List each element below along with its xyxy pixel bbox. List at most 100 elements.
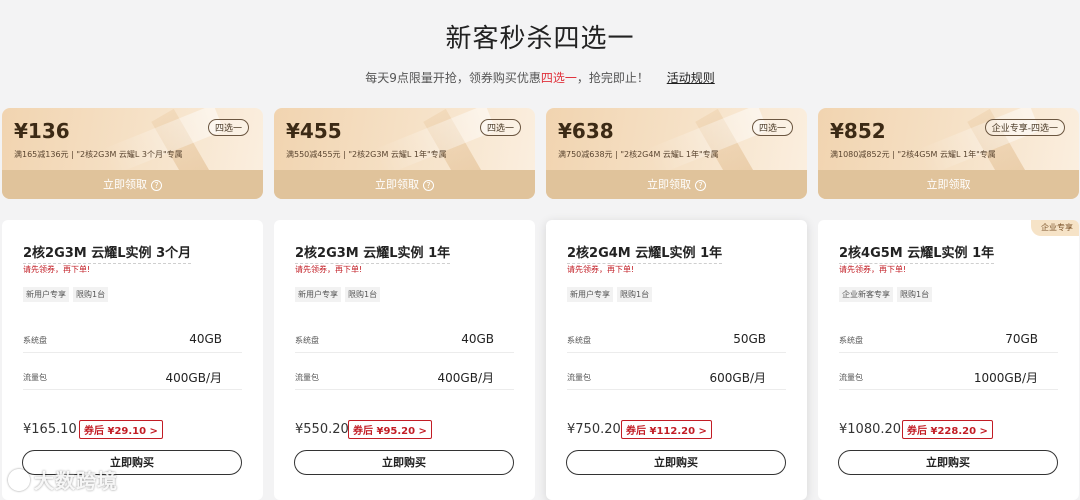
coupon-reminder: 请先领券，再下单! [839,265,907,274]
coupon-card: ¥455 满550减455元 | "2核2G3M 云耀L 1年"专属 四选一 立… [274,108,535,199]
badge-list: 企业新客专享 限购1台 [839,282,936,302]
badge-list: 新用户专享 限购1台 [23,282,112,302]
badge-list: 新用户专享 限购1台 [295,282,384,302]
after-coupon-price[interactable]: 券后 ¥228.20 > [902,420,993,439]
buy-now-button[interactable]: 立即购买 [566,450,786,475]
spec-row-disk: 系统盘 40GB [23,332,242,346]
coupon-tag: 四选一 [207,119,249,136]
spec-label: 流量包 [839,373,863,382]
spec-row-disk: 系统盘 70GB [839,332,1058,346]
claim-coupon-button[interactable]: 立即领取? [546,170,807,199]
product-name[interactable]: 2核4G5M 云耀L实例 1年 [839,242,995,264]
spec-value: 70GB [1005,332,1038,346]
claim-coupon-button[interactable]: 立即领取? [274,170,535,199]
subtitle-text-end: ，抢完即止！ [576,71,649,85]
coupon-tag: 四选一 [751,119,793,136]
spec-value: 40GB [189,332,222,346]
spec-value: 400GB/月 [437,371,494,385]
coupon-amount: ¥136 [14,119,70,143]
coupon-description: 满750减638元 | "2核2G4M 云耀L 1年"专属 [558,150,719,159]
help-icon[interactable]: ? [695,180,706,191]
divider [839,389,1058,390]
watermark: 大数跨境 [8,465,118,494]
badge-list: 新用户专享 限购1台 [567,282,656,302]
buy-now-button[interactable]: 立即购买 [294,450,514,475]
coupon-description: 满165减136元 | "2核2G3M 云耀L 3个月"专属 [14,150,183,159]
product-card: 2核2G3M 云耀L实例 1年 请先领券，再下单! 新用户专享 限购1台 系统盘 … [274,220,535,500]
badge: 新用户专享 [23,287,69,302]
spec-value: 50GB [733,332,766,346]
product-card: 企业专享 2核4G5M 云耀L实例 1年 请先领券，再下单! 企业新客专享 限购1… [818,220,1079,500]
product-card: 2核2G4M 云耀L实例 1年 请先领券，再下单! 新用户专享 限购1台 系统盘 … [546,220,807,500]
coupon-card: ¥852 满1080减852元 | "2核4G5M 云耀L 1年"专属 企业专享… [818,108,1079,199]
claim-coupon-button[interactable]: 立即领取 [818,170,1079,199]
badge: 新用户专享 [567,287,613,302]
divider [23,389,242,390]
original-price: ¥550.20 [295,422,349,437]
subtitle-text: 每天9点限量开抢，领券购买优惠 [365,71,541,85]
spec-row-traffic: 流量包 600GB/月 [567,369,786,385]
badge: 限购1台 [897,287,933,302]
spec-row-disk: 系统盘 40GB [295,332,514,346]
divider [295,352,514,353]
badge: 新用户专享 [295,287,341,302]
claim-label: 立即领取 [647,178,691,191]
coupon-reminder: 请先领券，再下单! [295,265,363,274]
spec-label: 系统盘 [295,336,319,345]
divider [567,352,786,353]
divider [839,352,1058,353]
spec-value: 400GB/月 [165,371,222,385]
watermark-text: 大数跨境 [34,469,118,493]
buy-now-button[interactable]: 立即购买 [838,450,1058,475]
divider [567,389,786,390]
claim-label: 立即领取 [375,178,419,191]
help-icon[interactable]: ? [423,180,434,191]
original-price: ¥750.20 [567,422,621,437]
product-card: 2核2G3M 云耀L实例 3个月 请先领券，再下单! 新用户专享 限购1台 系统盘… [2,220,263,500]
activity-rules-link[interactable]: 活动规则 [667,71,715,85]
page-subtitle: 每天9点限量开抢，领券购买优惠四选一，抢完即止！ 活动规则 [0,69,1080,86]
coupon-amount: ¥638 [558,119,614,143]
divider [23,352,242,353]
product-name[interactable]: 2核2G3M 云耀L实例 1年 [295,242,451,264]
subtitle-highlight: 四选一 [540,71,577,85]
page-title: 新客秒杀四选一 [445,24,635,54]
product-name[interactable]: 2核2G4M 云耀L实例 1年 [567,242,723,264]
product-name[interactable]: 2核2G3M 云耀L实例 3个月 [23,242,192,264]
spec-row-disk: 系统盘 50GB [567,332,786,346]
product-row: 2核2G3M 云耀L实例 3个月 请先领券，再下单! 新用户专享 限购1台 系统盘… [0,220,1080,500]
spec-row-traffic: 流量包 1000GB/月 [839,369,1058,385]
help-icon[interactable]: ? [151,180,162,191]
badge: 限购1台 [345,287,381,302]
enterprise-corner-tag: 企业专享 [1031,220,1079,236]
after-coupon-price[interactable]: 券后 ¥112.20 > [621,420,712,439]
spec-label: 流量包 [23,373,47,382]
claim-label: 立即领取 [103,178,147,191]
coupon-description: 满1080减852元 | "2核4G5M 云耀L 1年"专属 [830,150,996,159]
spec-value: 1000GB/月 [973,371,1038,385]
spec-label: 系统盘 [23,336,47,345]
coupon-tag: 企业专享-四选一 [984,119,1065,136]
coupon-amount: ¥852 [830,119,886,143]
badge: 限购1台 [73,287,109,302]
coupon-amount: ¥455 [286,119,342,143]
watermark-logo-icon [8,469,30,491]
claim-coupon-button[interactable]: 立即领取? [2,170,263,199]
coupon-card: ¥638 满750减638元 | "2核2G4M 云耀L 1年"专属 四选一 立… [546,108,807,199]
coupon-reminder: 请先领券，再下单! [23,265,91,274]
coupon-tag: 四选一 [479,119,521,136]
badge: 限购1台 [617,287,653,302]
spec-label: 流量包 [295,373,319,382]
after-coupon-price[interactable]: 券后 ¥95.20 > [348,420,432,439]
spec-value: 600GB/月 [709,371,766,385]
after-coupon-price[interactable]: 券后 ¥29.10 > [79,420,163,439]
coupon-description: 满550减455元 | "2核2G3M 云耀L 1年"专属 [286,150,447,159]
coupon-row: ¥136 满165减136元 | "2核2G3M 云耀L 3个月"专属 四选一 … [0,108,1080,199]
page-header: 新客秒杀四选一 每天9点限量开抢，领券购买优惠四选一，抢完即止！ 活动规则 [0,18,1080,86]
original-price: ¥1080.20 [839,422,902,437]
original-price: ¥165.10 [23,422,77,437]
spec-label: 流量包 [567,373,591,382]
spec-label: 系统盘 [839,336,863,345]
spec-row-traffic: 流量包 400GB/月 [23,369,242,385]
divider [295,389,514,390]
